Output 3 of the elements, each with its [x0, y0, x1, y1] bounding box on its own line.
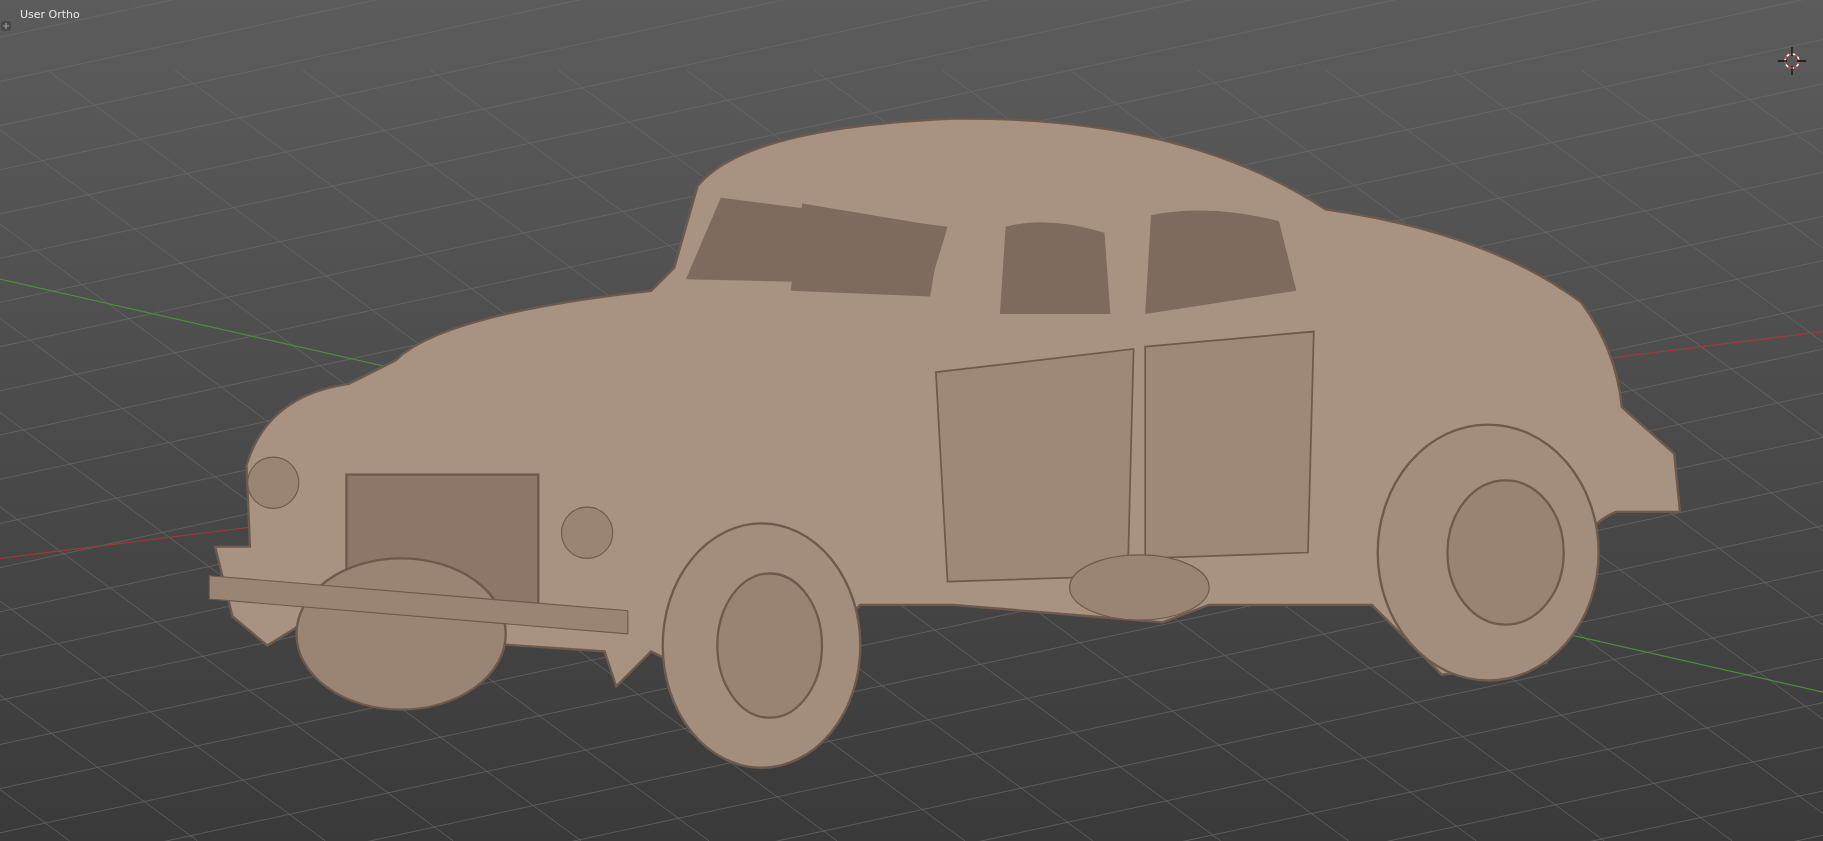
crosshair-icon[interactable] — [1778, 47, 1806, 75]
plus-icon[interactable] — [1, 21, 11, 31]
view-title: User Ortho — [20, 8, 80, 21]
